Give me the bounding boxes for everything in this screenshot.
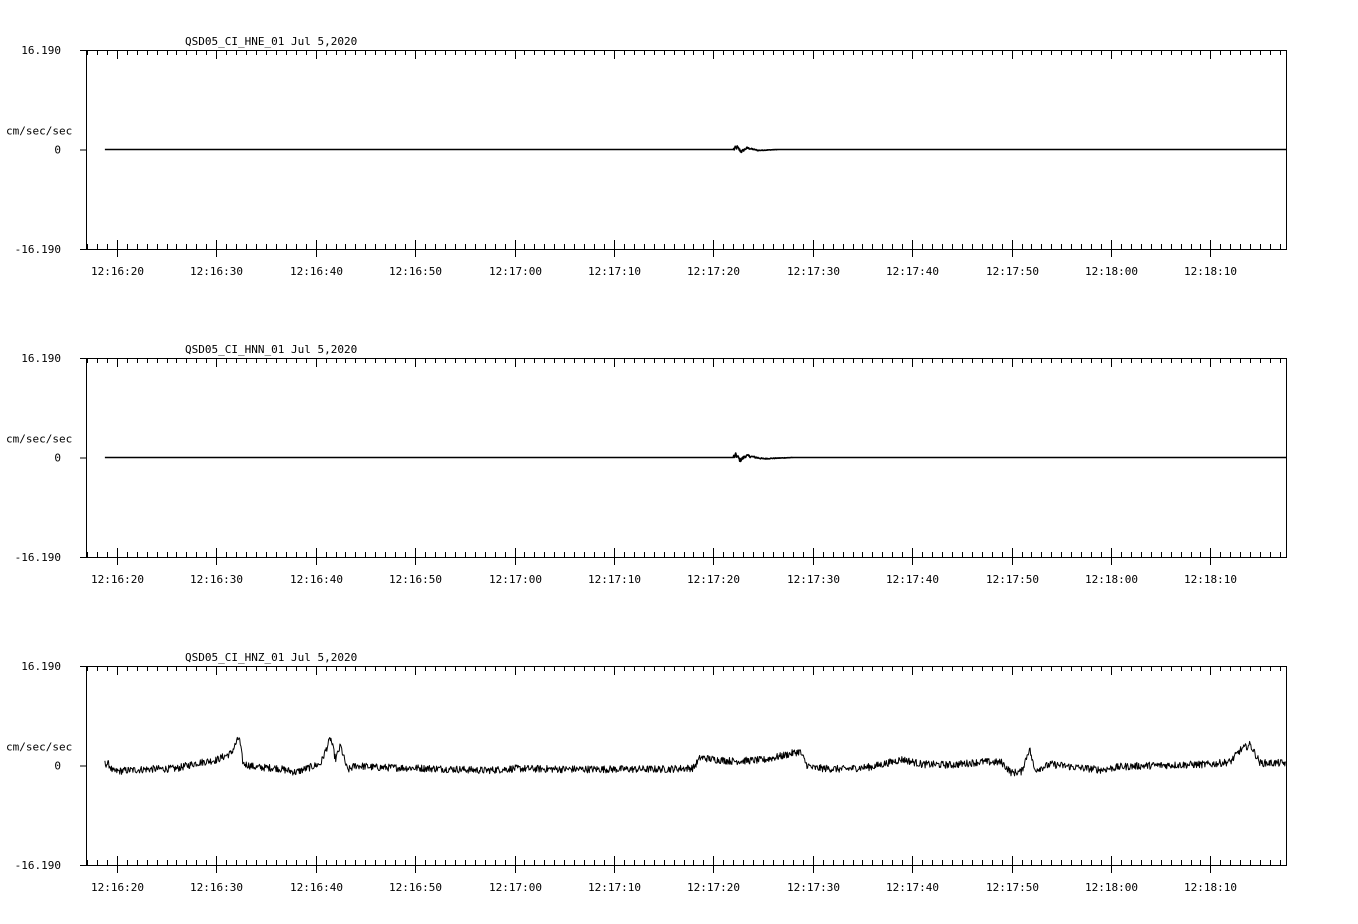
x-tick-label: 12:16:50 [389, 265, 442, 278]
x-tick-label: 12:18:10 [1184, 265, 1237, 278]
x-tick-label: 12:17:50 [986, 881, 1039, 894]
y-axis-label: cm/sec/sec [6, 125, 72, 138]
series-trace [104, 452, 1287, 463]
x-tick-label: 12:16:50 [389, 881, 442, 894]
x-tick-label: 12:17:50 [986, 573, 1039, 586]
x-tick-label: 12:16:30 [190, 265, 243, 278]
x-tick-label: 12:16:40 [290, 573, 343, 586]
chart-title: QSD05_CI_HNZ_01 Jul 5,2020 [185, 651, 357, 664]
y-tick-label: -16.190 [15, 859, 61, 872]
y-tick-label: 16.190 [21, 660, 61, 673]
x-tick-label: 12:17:00 [489, 265, 542, 278]
x-tick-label: 12:17:30 [787, 881, 840, 894]
x-tick-label: 12:17:20 [687, 573, 740, 586]
x-tick-label: 12:17:40 [886, 265, 939, 278]
y-axis-label: cm/sec/sec [6, 433, 72, 446]
y-tick-label: 0 [54, 452, 61, 465]
series-trace [104, 736, 1286, 777]
chart-title: QSD05_CI_HNE_01 Jul 5,2020 [185, 35, 357, 48]
y-tick-label: 0 [54, 760, 61, 773]
x-tick-label: 12:17:40 [886, 881, 939, 894]
x-tick-label: 12:17:40 [886, 573, 939, 586]
x-tick-label: 12:16:20 [91, 881, 144, 894]
x-tick-label: 12:17:30 [787, 573, 840, 586]
x-tick-label: 12:18:00 [1085, 881, 1138, 894]
x-tick-label: 12:17:10 [588, 265, 641, 278]
x-tick-label: 12:17:10 [588, 573, 641, 586]
x-tick-label: 12:17:50 [986, 265, 1039, 278]
y-tick-label: 16.190 [21, 44, 61, 57]
x-tick-label: 12:16:20 [91, 573, 144, 586]
chart-title: QSD05_CI_HNN_01 Jul 5,2020 [185, 343, 357, 356]
series-trace [104, 145, 1287, 154]
x-tick-label: 12:17:00 [489, 881, 542, 894]
y-tick-label: 0 [54, 144, 61, 157]
seismogram-chart: QSD05_CI_HNE_01 Jul 5,2020 16.190 0 -16.190… [6, 35, 1287, 894]
x-tick-label: 12:18:10 [1184, 881, 1237, 894]
x-tick-label: 12:16:30 [190, 573, 243, 586]
x-tick-label: 12:17:20 [687, 265, 740, 278]
y-tick-label: 16.190 [21, 352, 61, 365]
x-tick-label: 12:16:40 [290, 881, 343, 894]
x-tick-label: 12:18:00 [1085, 573, 1138, 586]
x-tick-label: 12:18:10 [1184, 573, 1237, 586]
x-tick-label: 12:16:20 [91, 265, 144, 278]
y-tick-label: -16.190 [15, 551, 61, 564]
x-tick-label: 12:17:20 [687, 881, 740, 894]
panel-2: QSD05_CI_HNN_01 Jul 5,2020 16.190 0 -16.190… [6, 343, 1287, 586]
y-axis-label: cm/sec/sec [6, 741, 72, 754]
x-tick-label: 12:16:40 [290, 265, 343, 278]
y-tick-label: -16.190 [15, 243, 61, 256]
panel-3: QSD05_CI_HNZ_01 Jul 5,2020 16.190 0 -16.190… [6, 651, 1287, 894]
x-tick-label: 12:17:00 [489, 573, 542, 586]
x-tick-label: 12:17:10 [588, 881, 641, 894]
panel-1: QSD05_CI_HNE_01 Jul 5,2020 16.190 0 -16.190… [6, 35, 1287, 278]
x-tick-label: 12:18:00 [1085, 265, 1138, 278]
x-tick-label: 12:17:30 [787, 265, 840, 278]
x-tick-label: 12:16:50 [389, 573, 442, 586]
x-tick-label: 12:16:30 [190, 881, 243, 894]
